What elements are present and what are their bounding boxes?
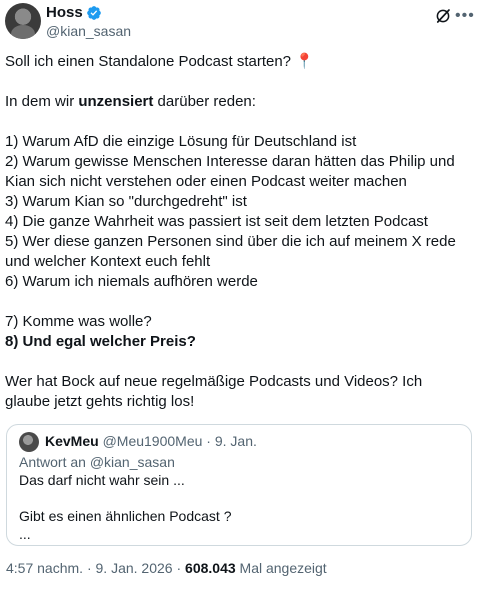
quote-author-handle[interactable]: @Meu1900Meu	[103, 433, 203, 449]
tweet-text: Soll ich einen Standalone Podcast starte…	[5, 52, 470, 412]
list-item: 6) Warum ich niemals aufhören werde	[5, 273, 258, 290]
list-item: 4) Die ganze Wahrheit was passiert ist s…	[5, 213, 428, 230]
quoted-tweet[interactable]: KevMeu @Meu1900Meu · 9. Jan. Antwort an …	[6, 424, 472, 546]
list-item: 2) Warum gewisse Menschen Interesse dara…	[5, 153, 455, 190]
view-label: Mal angezeigt	[239, 560, 327, 576]
list-item: 8) Und egal welcher Preis?	[5, 333, 196, 350]
quote-body: Das darf nicht wahr sein ... Gibt es ein…	[19, 471, 231, 543]
text-run: darüber reden:	[153, 93, 256, 110]
tweet-header: Hoss @kian_sasan •••	[0, 0, 480, 46]
verified-badge-icon	[86, 5, 101, 20]
tweet-footer: 4:57 nachm. · 9. Jan. 2026 · 608.043 Mal…	[6, 560, 327, 576]
quote-header: KevMeu @Meu1900Meu · 9. Jan.	[45, 433, 257, 449]
tweet-line: Soll ich einen Standalone Podcast starte…	[5, 53, 314, 70]
view-count: 608.043	[185, 560, 236, 576]
tweet-time[interactable]: 4:57 nachm.	[6, 560, 83, 576]
footer-separator: ·	[176, 560, 182, 576]
quote-line: Das darf nicht wahr sein ...	[19, 472, 185, 488]
author-name-row: Hoss	[46, 4, 102, 21]
quote-separator: ·	[206, 433, 211, 449]
quote-line: Gibt es einen ähnlichen Podcast ?	[19, 508, 232, 524]
tweet-closing: Wer hat Bock auf neue regelmäßige Podcas…	[5, 373, 423, 410]
list-item: 3) Warum Kian so "durchgedreht" ist	[5, 193, 247, 210]
grok-icon[interactable]	[434, 7, 452, 25]
list-item: 7) Komme was wolle?	[5, 313, 152, 330]
quote-reply-to: Antwort an @kian_sasan	[19, 454, 175, 470]
quote-avatar[interactable]	[19, 432, 39, 452]
tweet-date[interactable]: 9. Jan. 2026	[96, 560, 173, 576]
text-run: In dem wir	[5, 93, 79, 110]
list-item: 1) Warum AfD die einzige Lösung für Deut…	[5, 133, 357, 150]
author-display-name[interactable]: Hoss	[46, 4, 83, 21]
list-item: 5) Wer diese ganzen Personen sind über d…	[5, 233, 456, 270]
more-icon[interactable]: •••	[455, 8, 475, 24]
footer-separator: ·	[86, 560, 92, 576]
quote-author-name[interactable]: KevMeu	[45, 433, 99, 449]
bold-text: unzensiert	[78, 93, 154, 110]
quote-line: ...	[19, 526, 31, 542]
tweet-line: In dem wir unzensiert darüber reden:	[5, 92, 470, 112]
quote-date[interactable]: 9. Jan.	[215, 433, 257, 449]
author-avatar[interactable]	[5, 3, 41, 39]
author-handle[interactable]: @kian_sasan	[46, 23, 131, 39]
